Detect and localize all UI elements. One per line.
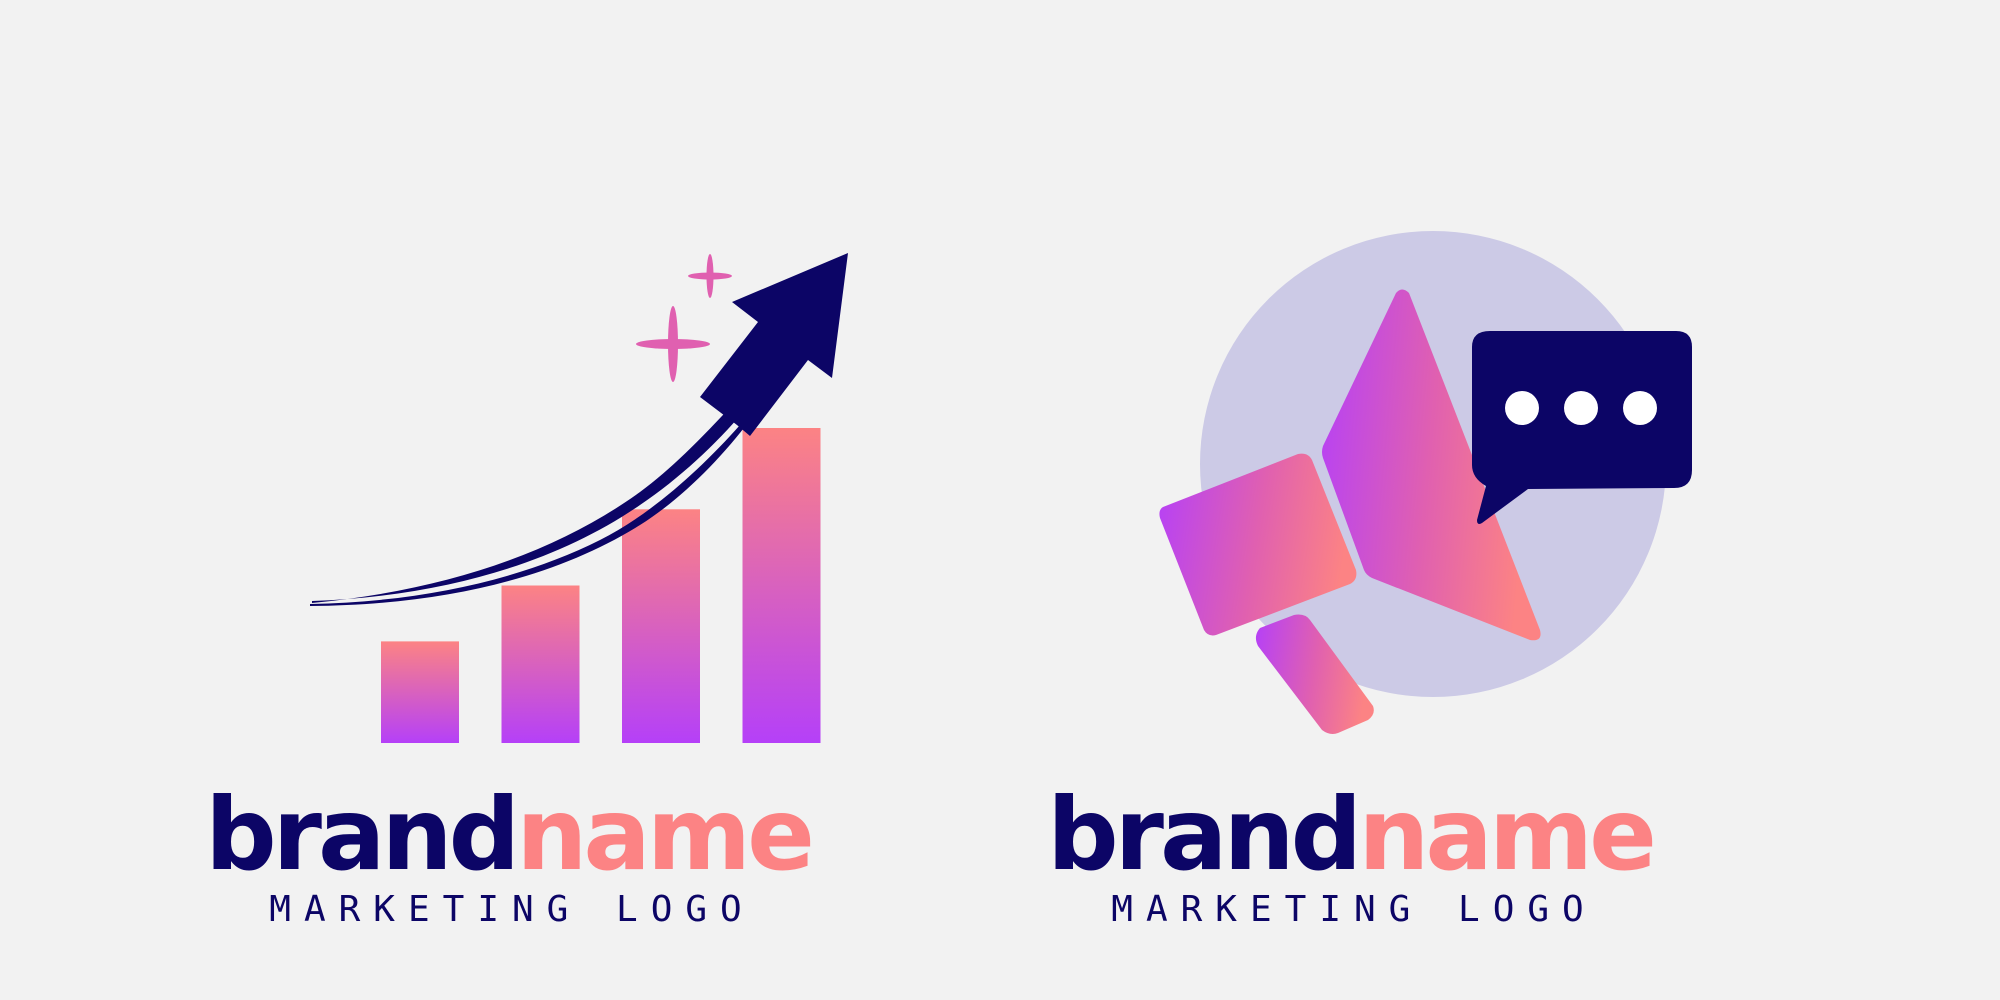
tagline: MARKETING LOGO <box>1111 889 1597 930</box>
megaphone-chat-icon <box>1159 231 1692 734</box>
brand-name-part2: name <box>516 776 815 893</box>
chart-bar <box>381 641 459 743</box>
chat-dot-icon <box>1564 391 1598 425</box>
chart-bar <box>742 428 821 743</box>
brand-name-part1: brand <box>1047 776 1362 893</box>
growth-chart-arrow-icon <box>310 253 848 743</box>
chart-bar <box>622 509 700 743</box>
brand-name-part1: brand <box>205 776 520 893</box>
sparkle-small-icon <box>688 254 732 298</box>
arrow-head <box>700 253 848 436</box>
chart-bar <box>501 585 580 743</box>
brand-name: brandname <box>850 780 1850 890</box>
logo-megaphone: brandname MARKETING LOGO <box>1000 0 2000 1000</box>
chat-dot-icon <box>1623 391 1657 425</box>
brand-name-part2: name <box>1358 776 1657 893</box>
bar-group <box>381 428 821 743</box>
sparkle-large-icon <box>636 306 710 382</box>
chat-dot-icon <box>1505 391 1539 425</box>
canvas: brandname MARKETING LOGO brandname MARKE… <box>0 0 2000 1000</box>
